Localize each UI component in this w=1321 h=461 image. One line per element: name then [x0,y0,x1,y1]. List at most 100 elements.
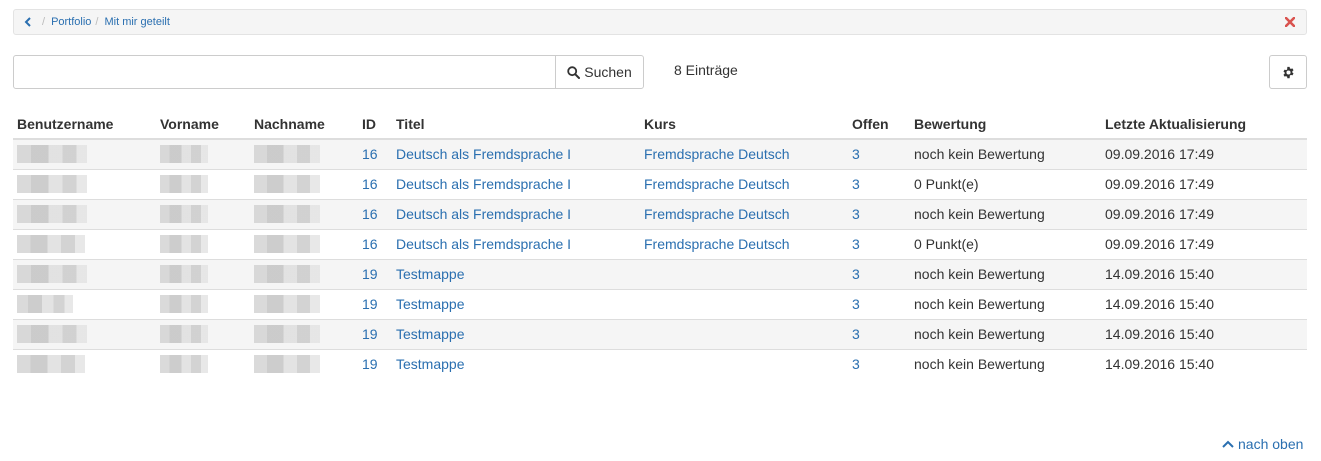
cell-last-updated-value: 09.09.2016 17:49 [1105,236,1214,252]
cell-rating: noch kein Bewertung [910,258,1101,289]
cell-rating-value: noch kein Bewertung [914,356,1045,373]
cell-open-value[interactable]: 3 [852,296,860,312]
breadcrumb-separator: / [42,16,46,28]
cell-title-value[interactable]: Deutsch als Fremdsprache I [396,146,571,162]
cell-open-value[interactable]: 3 [852,356,860,372]
cell-lastname [250,228,358,259]
cell-title-value[interactable]: Deutsch als Fremdsprache I [396,236,571,252]
search-input[interactable] [13,55,556,89]
cell-rating-value: noch kein Bewertung [914,266,1045,282]
column-header-open[interactable]: Offen [848,109,910,140]
cell-firstname [156,318,250,349]
chevron-up-icon [1222,440,1234,448]
cell-last-updated-value: 09.09.2016 17:49 [1105,176,1214,192]
redacted-block [160,145,208,164]
breadcrumb-separator: / [95,16,99,28]
cell-title: Deutsch als Fremdsprache I [392,168,640,199]
column-header-last-updated[interactable]: Letzte Aktualisierung [1101,109,1307,140]
cell-id: 19 [358,288,392,319]
back-to-top-link[interactable]: nach oben [1222,436,1303,452]
cell-id-value[interactable]: 16 [362,236,378,252]
cell-title-value[interactable]: Testmappe [396,326,464,342]
portfolio-table: Benutzername Vorname Nachname ID Titel K… [13,109,1307,379]
cell-last-updated-value: 14.09.2016 15:40 [1105,296,1214,312]
cell-id-value[interactable]: 19 [362,326,378,342]
cell-lastname [250,138,358,169]
cell-open-value[interactable]: 3 [852,146,860,162]
cell-course-value[interactable]: Fremdsprache Deutsch [644,206,790,222]
cell-title-value[interactable]: Testmappe [396,266,464,282]
cell-rating-value: 0 Punkt(e) [914,236,979,252]
cell-last-updated: 09.09.2016 17:49 [1101,228,1307,259]
redacted-block [254,325,320,344]
cell-course: Fremdsprache Deutsch [640,138,848,169]
cell-rating: noch kein Bewertung [910,198,1101,229]
search-button[interactable]: Suchen [555,55,644,89]
cell-username [13,348,156,379]
cell-rating: 0 Punkt(e) [910,228,1101,259]
column-header-id[interactable]: ID [358,109,392,140]
cell-id-value[interactable]: 19 [362,356,378,372]
table-header-row: Benutzername Vorname Nachname ID Titel K… [13,109,1307,140]
cell-title-value[interactable]: Deutsch als Fremdsprache I [396,176,571,192]
cell-open-value[interactable]: 3 [852,206,860,222]
cell-last-updated: 09.09.2016 17:49 [1101,198,1307,229]
column-header-lastname[interactable]: Nachname [250,109,358,140]
cell-lastname [250,258,358,289]
cell-id-value[interactable]: 19 [362,296,378,312]
cell-course-value[interactable]: Fremdsprache Deutsch [644,236,790,252]
cell-open-value[interactable]: 3 [852,176,860,192]
table-settings-button[interactable] [1269,55,1307,89]
cell-title-value[interactable]: Deutsch als Fremdsprache I [396,206,571,222]
cell-id: 16 [358,168,392,199]
breadcrumb-item-portfolio[interactable]: Portfolio [51,16,91,28]
cell-open-value[interactable]: 3 [852,236,860,252]
redacted-block [17,235,85,254]
search-button-label: Suchen [584,64,632,80]
cell-open: 3 [848,138,910,169]
cell-course-value[interactable]: Fremdsprache Deutsch [644,146,790,162]
cell-open-value[interactable]: 3 [852,326,860,342]
cell-id: 16 [358,228,392,259]
redacted-block [254,145,320,164]
redacted-block [254,265,320,284]
table-row: 19 Testmappe 3 noch kein Bewertung 14.09.201… [13,348,1307,379]
cell-course-value[interactable]: Fremdsprache Deutsch [644,176,790,192]
cell-lastname [250,318,358,349]
column-header-firstname[interactable]: Vorname [156,109,250,140]
cell-id-value[interactable]: 16 [362,146,378,162]
cell-last-updated-value: 14.09.2016 15:40 [1105,266,1214,282]
cell-rating-value: 0 Punkt(e) [914,176,979,192]
table-row: 19 Testmappe 3 noch kein Bewertung 14.09.201… [13,258,1307,289]
redacted-block [254,205,320,224]
cell-rating: noch kein Bewertung [910,318,1101,349]
redacted-block [160,265,208,284]
cell-id-value[interactable]: 19 [362,266,378,282]
redacted-block [17,175,87,194]
cell-id-value[interactable]: 16 [362,206,378,222]
redacted-block [160,295,208,314]
column-header-course[interactable]: Kurs [640,109,848,140]
cell-open-value[interactable]: 3 [852,266,860,282]
cell-title-value[interactable]: Testmappe [396,356,464,372]
column-header-username[interactable]: Benutzername [13,109,156,140]
cell-last-updated: 09.09.2016 17:49 [1101,138,1307,169]
cell-id-value[interactable]: 16 [362,176,378,192]
column-header-rating[interactable]: Bewertung [910,109,1101,140]
cell-open: 3 [848,258,910,289]
redacted-block [160,325,208,344]
cell-username [13,258,156,289]
cell-username [13,198,156,229]
cell-username [13,288,156,319]
cell-title-value[interactable]: Testmappe [396,296,464,312]
table-row: 16 Deutsch als Fremdsprache I Fremdsprache… [13,198,1307,229]
redacted-block [17,145,87,164]
cell-rating: noch kein Bewertung [910,348,1101,379]
breadcrumb-item-shared[interactable]: Mit mir geteilt [104,16,169,28]
column-header-title[interactable]: Titel [392,109,640,140]
chevron-left-icon[interactable] [24,17,34,27]
cell-lastname [250,198,358,229]
redacted-block [17,355,85,374]
close-icon[interactable] [1284,16,1296,28]
cell-title: Testmappe [392,258,640,289]
